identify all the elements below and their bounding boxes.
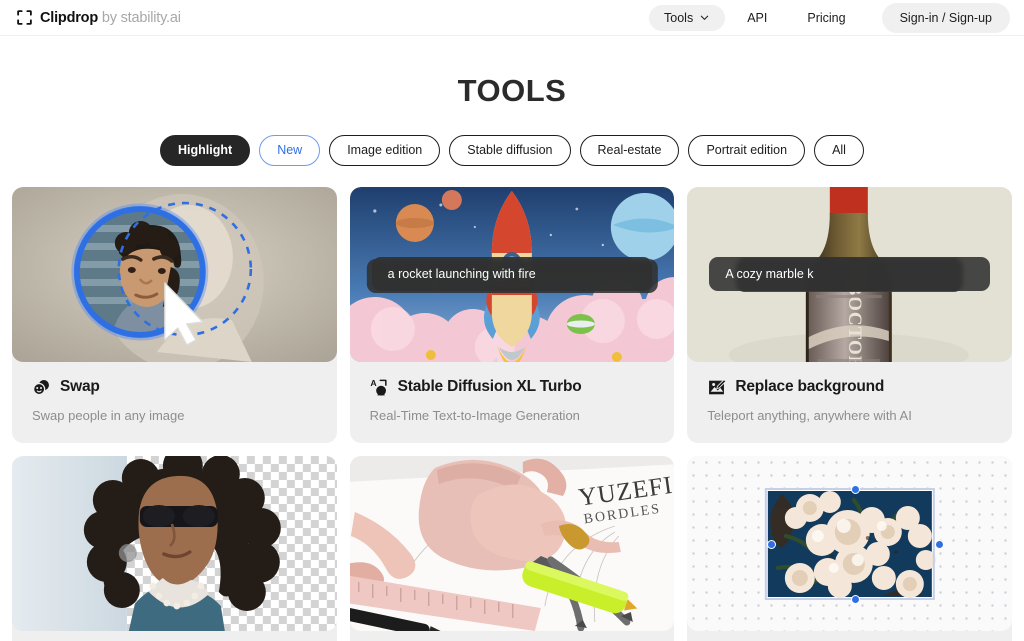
filter-chip-real-estate[interactable]: Real-estate	[579, 135, 680, 166]
uncrop-handle-top[interactable]	[851, 484, 861, 494]
text-to-image-icon: A	[370, 378, 387, 396]
nav-pricing-link[interactable]: Pricing	[789, 5, 863, 31]
tool-card-grid: Swap Swap people in any image a rocket l…	[12, 186, 1012, 641]
tool-card-body: Remove background	[12, 631, 337, 641]
tool-card-title: Swap	[60, 378, 100, 395]
tool-card-remove-background[interactable]: Remove background	[12, 455, 337, 641]
image-edit-icon	[709, 378, 727, 394]
tool-card-body: Cleanup	[350, 631, 675, 641]
tool-card-replace-background[interactable]: BOCTOK A cozy marble k Replace backgroun…	[687, 186, 1012, 443]
nav-links: Tools API Pricing Sign-in / Sign-up	[649, 2, 1010, 33]
face-swap-icon	[32, 379, 49, 395]
chevron-down-icon	[700, 15, 709, 20]
tool-card-description: Teleport anything, anywhere with AI	[707, 407, 912, 423]
top-navigation-bar: Clipdrop by stability.ai Tools API Prici…	[0, 0, 1024, 36]
brand-name: Clipdrop	[40, 9, 99, 26]
tool-card-title-row: Swap	[32, 378, 317, 397]
filter-chip-portrait-edition[interactable]: Portrait edition	[688, 135, 806, 166]
tool-card-title: Replace background	[735, 378, 885, 395]
uncrop-preview-art	[765, 487, 937, 600]
prompt-overlay: a rocket launching with fire	[371, 257, 653, 291]
brand-logo-link[interactable]: Clipdrop by stability.ai	[16, 9, 181, 26]
filter-chip-highlight[interactable]: Highlight	[160, 135, 251, 166]
tool-card-title: Stable Diffusion XL Turbo	[397, 378, 582, 395]
uncrop-handle-bottom[interactable]	[851, 594, 861, 604]
uncrop-handle-right[interactable]	[935, 539, 945, 549]
prompt-overlay: A cozy marble k	[709, 257, 990, 291]
tool-card-thumbnail: BOCTOK A cozy marble k	[687, 186, 1012, 362]
filter-chip-stable-diffusion[interactable]: Stable diffusion	[449, 135, 571, 166]
page-title: TOOLS	[457, 73, 567, 108]
tool-card-cleanup[interactable]: YUZEFI BORDLES	[349, 455, 675, 641]
tool-card-title-row: Replace background	[707, 378, 992, 397]
swap-preview-art	[12, 186, 337, 362]
tool-card-description: Swap people in any image	[32, 407, 185, 423]
clipdrop-bracket-icon	[17, 10, 32, 25]
uncrop-handle-left[interactable]	[767, 539, 777, 549]
nav-tools-dropdown[interactable]: Tools	[649, 4, 726, 31]
tool-card-thumbnail: a rocket launching with fire	[349, 186, 675, 362]
tool-card-uncrop[interactable]: Uncrop	[687, 455, 1012, 641]
tool-card-body: Replace background Teleport anything, an…	[687, 362, 1012, 443]
tool-card-body: A Stable Diffusion XL Turbo Real-Time Te…	[350, 362, 675, 443]
brand-byline: by stability.ai	[98, 9, 181, 26]
cleanup-preview-art: YUZEFI BORDLES	[349, 455, 675, 631]
sign-in-sign-up-button[interactable]: Sign-in / Sign-up	[881, 2, 1010, 33]
filter-chip-row: Highlight New Image edition Stable diffu…	[0, 135, 1024, 166]
filter-chip-image-edition[interactable]: Image edition	[329, 135, 441, 166]
remove-background-preview-art	[12, 455, 337, 631]
filter-chip-new[interactable]: New	[259, 135, 321, 166]
svg-text:BOCTOK: BOCTOK	[844, 282, 865, 362]
filter-chip-all[interactable]: All	[814, 135, 864, 166]
nav-tools-label: Tools	[664, 10, 694, 25]
tool-card-thumbnail	[12, 186, 337, 362]
svg-text:A: A	[370, 378, 377, 388]
prompt-text: a rocket launching with fire	[387, 267, 536, 281]
tool-card-thumbnail: YUZEFI BORDLES	[349, 455, 675, 631]
prompt-text: A cozy marble k	[725, 267, 814, 281]
tool-card-title-row: A Stable Diffusion XL Turbo	[370, 378, 655, 397]
tool-card-description: Real-Time Text-to-Image Generation	[369, 407, 580, 423]
tool-card-thumbnail	[687, 455, 1012, 631]
nav-api-link[interactable]: API	[729, 5, 785, 31]
tool-card-body: Swap Swap people in any image	[12, 362, 337, 443]
brand-text: Clipdrop by stability.ai	[40, 10, 181, 26]
tool-card-swap[interactable]: Swap Swap people in any image	[12, 186, 337, 443]
tool-card-body: Uncrop	[687, 631, 1012, 641]
tool-card-stable-diffusion-xl-turbo[interactable]: a rocket launching with fire A Stable Di…	[349, 186, 675, 443]
tool-card-thumbnail	[12, 455, 337, 631]
